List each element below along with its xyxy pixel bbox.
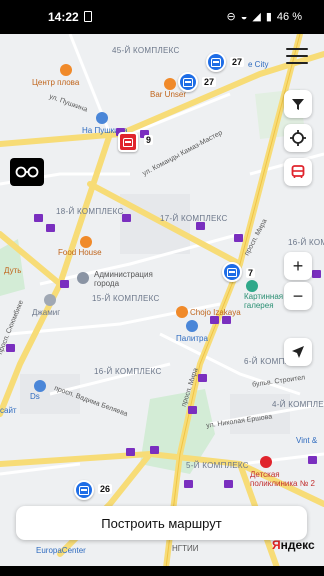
yandex-logo[interactable]: Яндекс [272, 538, 315, 552]
district-label: 17-Й КОМПЛЕКС [160, 214, 228, 223]
notification-icon [84, 11, 92, 22]
battery-percent: 46 % [276, 10, 302, 23]
poi-label: Палитра [176, 334, 208, 343]
hamburger-menu-icon [286, 48, 308, 50]
hospital-icon [260, 456, 272, 468]
transit-stop-icon[interactable] [46, 224, 55, 232]
bus-marker[interactable] [178, 72, 198, 92]
transit-stop-icon[interactable] [150, 446, 159, 454]
poi-label: Детская поликлиника № 2 [250, 470, 315, 488]
map-view[interactable]: 45-Й КОМПЛЕКС 18-Й КОМПЛЕКС 17-Й КОМПЛЕК… [0, 34, 324, 576]
system-nav-bar [0, 566, 324, 576]
restaurant-icon [80, 236, 92, 248]
transit-stop-icon[interactable] [222, 316, 231, 324]
shop-icon [186, 320, 198, 332]
shop-icon [96, 112, 108, 124]
district-label: 5-Й КОМПЛЕКС [186, 461, 249, 470]
bus-marker[interactable] [206, 52, 226, 72]
menu-button[interactable] [286, 48, 308, 64]
poi-label: EuropaCenter [36, 546, 86, 555]
poi-label: Bar Unser [150, 90, 187, 99]
district-label: 15-Й КОМПЛЕКС [92, 294, 160, 303]
poi-label: Дуть [4, 266, 22, 275]
bus-marker[interactable] [74, 480, 94, 500]
transit-stop-icon[interactable] [6, 344, 15, 352]
bus-route-number: 27 [202, 77, 217, 87]
poi-label: НГТИИ [172, 544, 199, 553]
transit-stop-icon[interactable] [188, 406, 197, 414]
bus-icon [123, 137, 133, 147]
bar-icon [164, 78, 176, 90]
crosshair-icon [290, 130, 306, 146]
bus-route-number: 9 [144, 135, 154, 145]
bus-icon [183, 77, 193, 87]
district-label: 45-Й КОМПЛЕКС [112, 46, 180, 55]
status-time: 14:22 [48, 10, 79, 24]
locate-button[interactable] [284, 124, 312, 152]
bus-icon [291, 165, 305, 178]
build-route-button[interactable]: Построить маршрут [16, 506, 307, 540]
restaurant-icon [176, 306, 188, 318]
poi-label: e City [248, 60, 269, 69]
transit-stop-icon[interactable] [234, 234, 243, 242]
poi-label: Food House [58, 248, 102, 257]
mosque-icon [44, 294, 56, 306]
district-label: 18-Й КОМПЛЕКС [56, 207, 124, 216]
wifi-icon: ◒ [240, 10, 248, 23]
government-icon [77, 272, 89, 284]
district-label: 16-Й КОМПЛЕКС [288, 238, 324, 247]
transit-stop-icon[interactable] [122, 214, 131, 222]
shop-icon [34, 380, 46, 392]
poi-label: Джамиг [32, 308, 61, 317]
transit-stop-icon[interactable] [210, 316, 219, 324]
restaurant-icon [60, 64, 72, 76]
bus-marker[interactable] [118, 132, 138, 152]
poi-label: сайт [0, 406, 17, 415]
transport-filter-button[interactable] [284, 158, 312, 186]
transit-stop-icon[interactable] [308, 456, 317, 464]
poi-label: Администрация города [94, 270, 153, 288]
poi-label: Ds [30, 392, 40, 401]
status-bar: 14:22 ⊖ ◒ ◢ ▮ 46 % [0, 0, 324, 34]
status-indicators: ⊖ ◒ ◢ ▮ 46 % [226, 10, 302, 24]
filter-icon [292, 99, 304, 110]
bus-icon [211, 57, 221, 67]
bus-route-number: 27 [230, 57, 245, 67]
accessibility-button[interactable] [10, 158, 44, 186]
glasses-icon [15, 166, 39, 178]
transit-stop-icon[interactable] [34, 214, 43, 222]
filter-button[interactable] [284, 90, 312, 118]
transit-stop-icon[interactable] [198, 374, 207, 382]
zoom-out-button[interactable]: − [284, 282, 312, 310]
district-label: 4-Й КОМПЛЕКС [272, 400, 324, 409]
poi-label: Центр плова [32, 78, 80, 87]
district-label: 16-Й КОМПЛЕКС [94, 367, 162, 376]
transit-stop-icon[interactable] [312, 270, 321, 278]
battery-icon: ▮ [265, 11, 272, 23]
zoom-in-button[interactable]: + [284, 252, 312, 280]
transit-stop-icon[interactable] [196, 222, 205, 230]
bus-icon [79, 485, 89, 495]
gallery-icon [246, 280, 258, 292]
screen: 14:22 ⊖ ◒ ◢ ▮ 46 % 45-Й КОМПЛЕКС 18-Й КО… [0, 0, 324, 576]
bus-route-number: 26 [98, 484, 113, 494]
bus-route-number: 7 [246, 268, 256, 278]
navigation-arrow-icon [292, 346, 304, 358]
bus-icon [227, 267, 237, 277]
alarm-icon: ⊖ [226, 11, 236, 23]
transit-stop-icon[interactable] [184, 480, 193, 488]
bus-marker[interactable] [222, 262, 242, 282]
signal-icon: ◢ [252, 11, 261, 23]
transit-stop-icon[interactable] [60, 280, 69, 288]
transit-stop-icon[interactable] [224, 480, 233, 488]
transit-stop-icon[interactable] [126, 448, 135, 456]
poi-label: Vint & [296, 436, 318, 445]
navigate-button[interactable] [284, 338, 312, 366]
